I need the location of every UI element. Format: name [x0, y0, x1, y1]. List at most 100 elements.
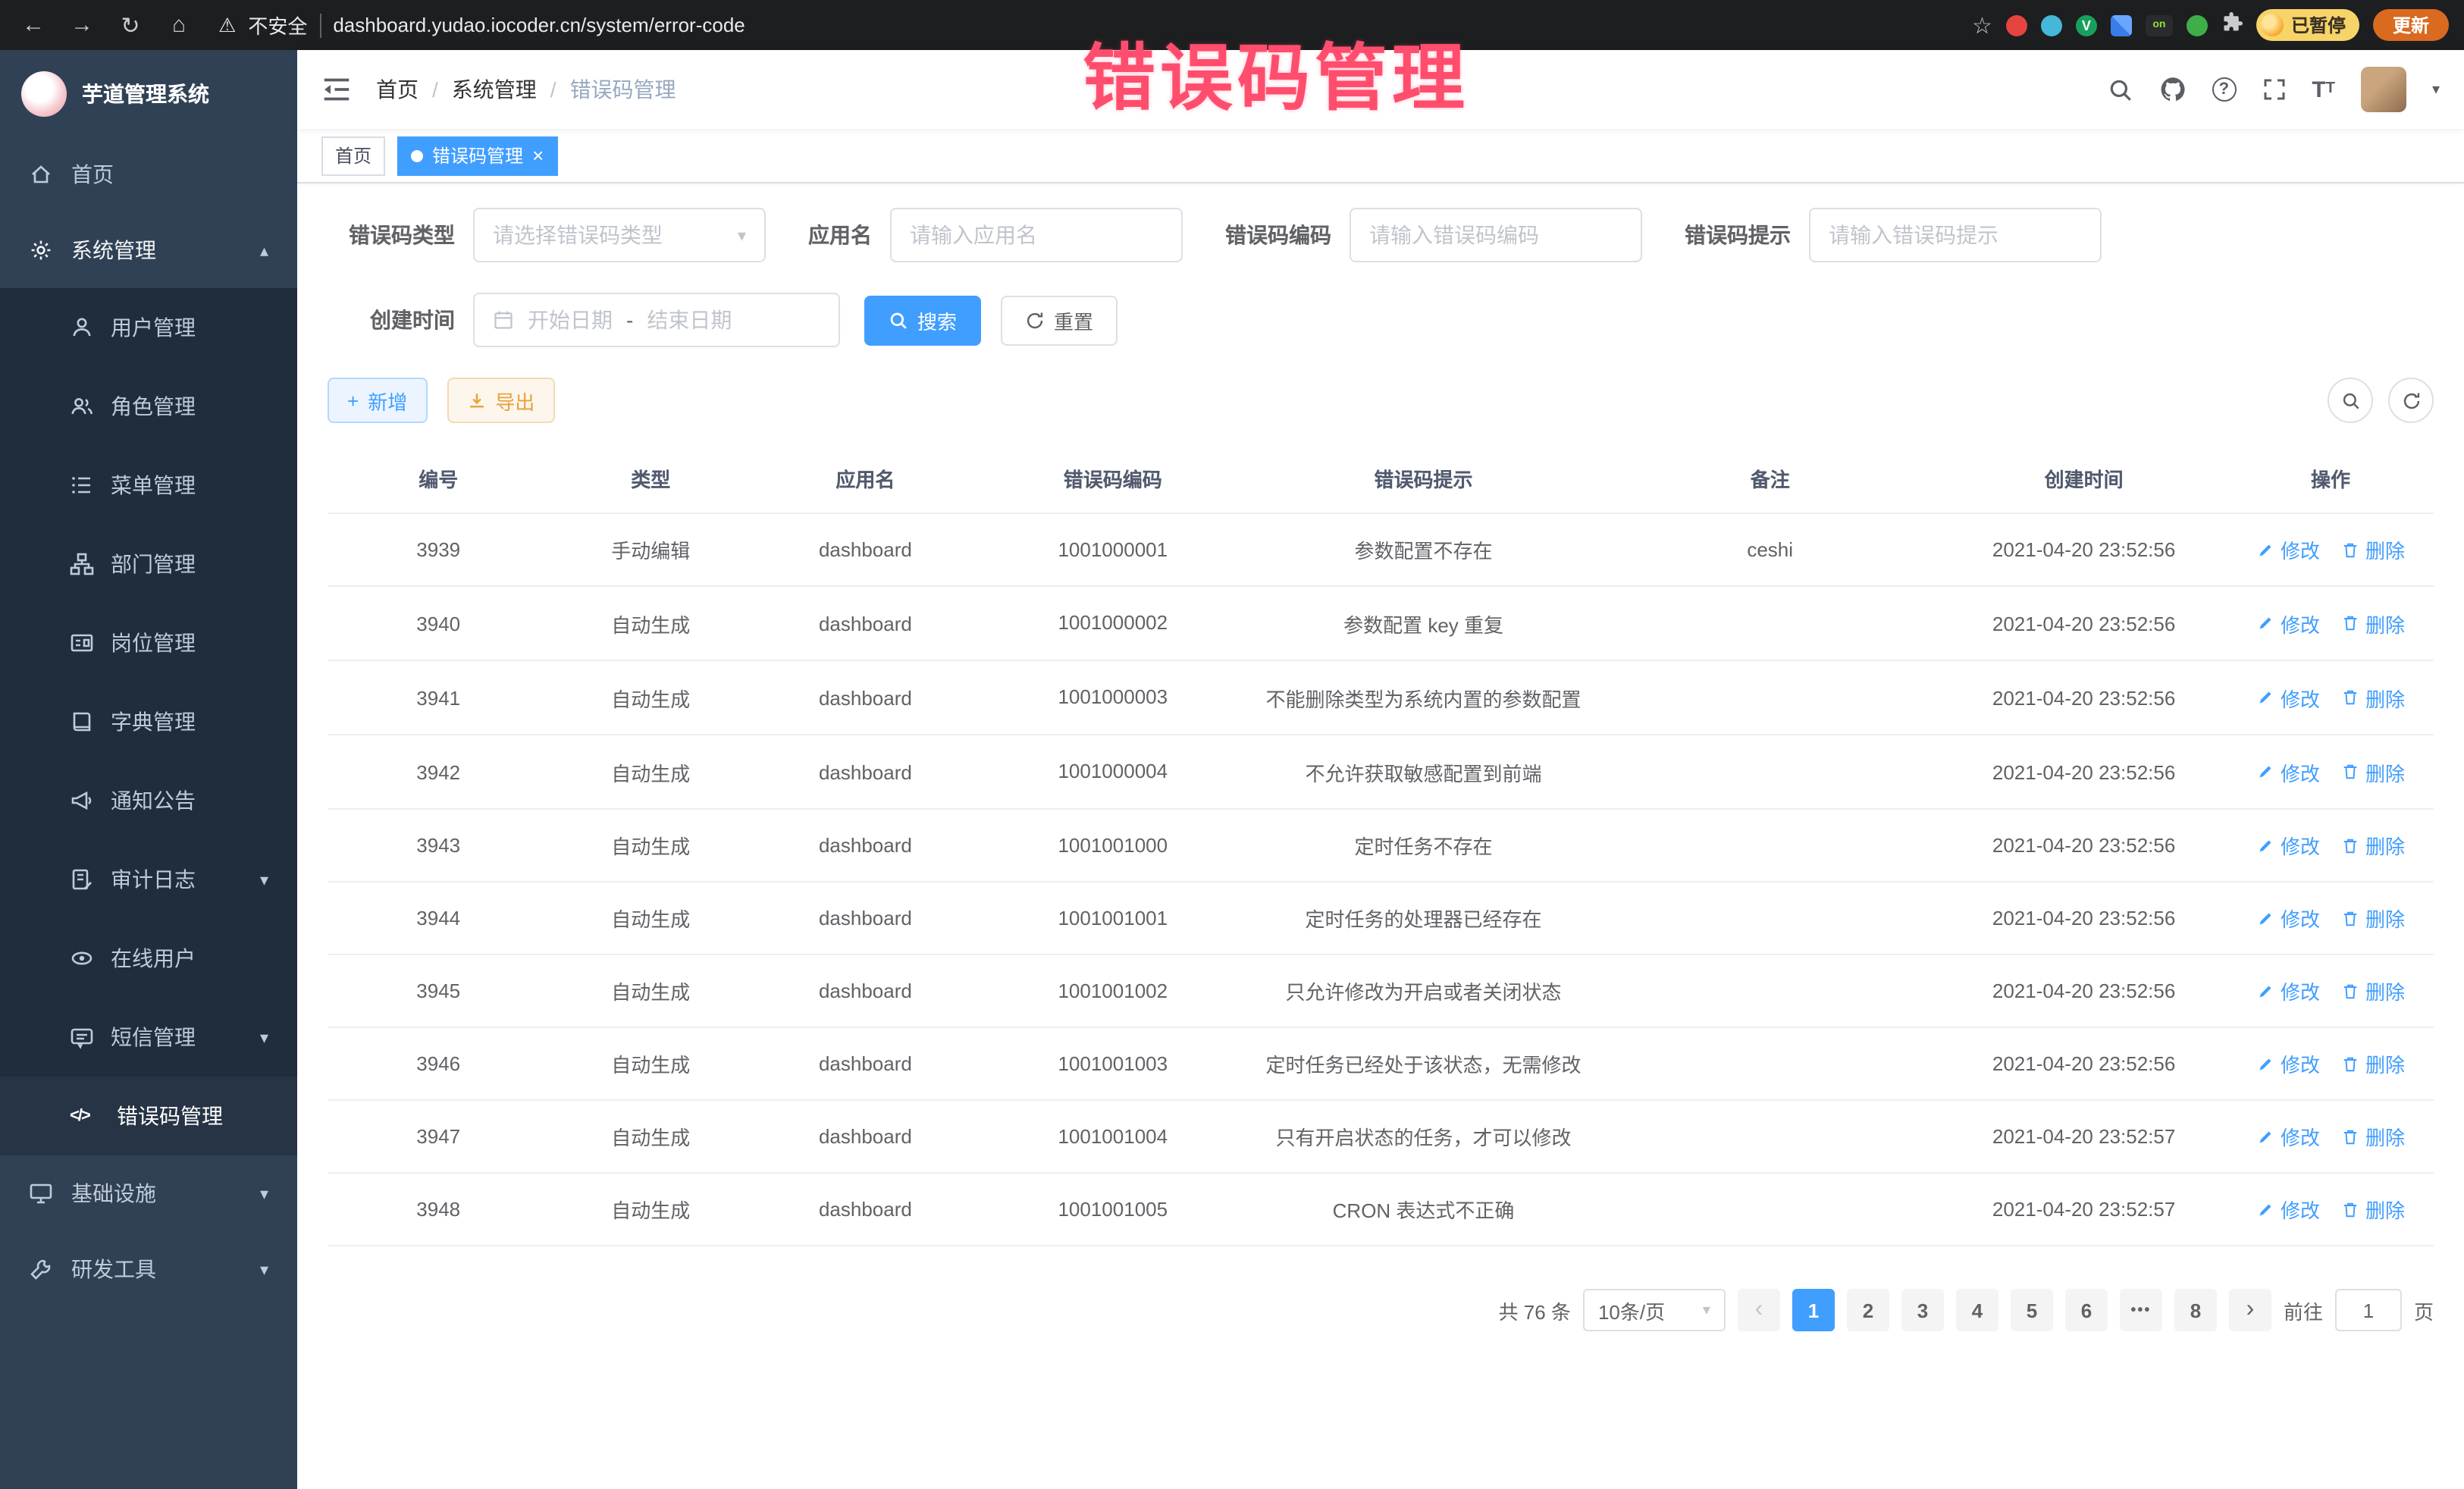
- extension-icon-red[interactable]: [2006, 14, 2027, 36]
- edit-link[interactable]: 修改: [2256, 977, 2320, 1006]
- help-icon[interactable]: ?: [2212, 77, 2236, 102]
- sidebar-group-system[interactable]: 系统管理 ▴: [0, 212, 297, 288]
- header-type: 类型: [549, 444, 752, 513]
- next-page-button[interactable]: ›: [2229, 1290, 2271, 1332]
- table-row: 3941 自动生成 dashboard 1001000003 不能删除类型为系统…: [328, 660, 2434, 735]
- plus-icon: +: [347, 389, 359, 412]
- prev-page-button[interactable]: ‹: [1738, 1290, 1780, 1332]
- github-icon[interactable]: [2158, 76, 2186, 103]
- sidebar-item-menus[interactable]: 菜单管理: [0, 446, 297, 525]
- sidebar-item-departments[interactable]: 部门管理: [0, 525, 297, 603]
- delete-link[interactable]: 删除: [2341, 609, 2405, 638]
- page-button-4[interactable]: 4: [1956, 1290, 1998, 1332]
- search-button[interactable]: 搜索: [864, 295, 981, 345]
- browser-update-button[interactable]: 更新: [2373, 9, 2449, 41]
- extension-icon-blue-grid[interactable]: [2111, 14, 2132, 36]
- edit-link[interactable]: 修改: [2256, 609, 2320, 638]
- delete-link[interactable]: 删除: [2341, 832, 2405, 860]
- bookmark-star-icon[interactable]: ☆: [1972, 11, 1992, 39]
- edit-link[interactable]: 修改: [2256, 1123, 2320, 1152]
- cell-hint: 只有开启状态的任务，才可以修改: [1247, 1101, 1600, 1174]
- add-button[interactable]: + 新增: [328, 378, 427, 423]
- browser-forward-button[interactable]: →: [64, 7, 100, 43]
- page-size-select[interactable]: 10条/页 ▾: [1583, 1290, 1726, 1332]
- sidebar-item-label: 错误码管理: [117, 1101, 223, 1131]
- page-button-8[interactable]: 8: [2174, 1290, 2217, 1332]
- delete-link[interactable]: 删除: [2341, 1050, 2405, 1079]
- avatar-caret-icon[interactable]: ▾: [2432, 81, 2440, 98]
- sidebar-item-users[interactable]: 用户管理: [0, 288, 297, 367]
- extensions-puzzle-icon[interactable]: [2221, 12, 2243, 38]
- search-icon[interactable]: [2107, 77, 2133, 102]
- fullscreen-icon[interactable]: [2262, 77, 2286, 102]
- sidebar-fold-button[interactable]: [321, 74, 352, 105]
- sidebar-logo[interactable]: 芋道管理系统: [0, 50, 297, 136]
- tab-error-codes-active[interactable]: 错误码管理 ×: [397, 136, 557, 175]
- sidebar-item-roles[interactable]: 角色管理: [0, 367, 297, 446]
- url-text[interactable]: dashboard.yudao.iocoder.cn/system/error-…: [333, 14, 745, 36]
- more-pages-button[interactable]: •••: [2120, 1290, 2162, 1332]
- address-bar[interactable]: ⚠ 不安全 dashboard.yudao.iocoder.cn/system/…: [209, 11, 1960, 39]
- page-button-1[interactable]: 1: [1792, 1290, 1835, 1332]
- cell-id: 3948: [328, 1174, 549, 1246]
- delete-link[interactable]: 删除: [2341, 535, 2405, 564]
- profile-paused-chip[interactable]: 已暂停: [2256, 9, 2359, 41]
- date-separator: -: [626, 308, 633, 332]
- delete-link[interactable]: 删除: [2341, 977, 2405, 1006]
- sidebar-item-sms[interactable]: 短信管理 ▾: [0, 998, 297, 1077]
- cell-remark: [1600, 586, 1940, 660]
- sidebar-item-dictionary[interactable]: 字典管理: [0, 682, 297, 761]
- page-button-2[interactable]: 2: [1847, 1290, 1889, 1332]
- breadcrumb: 首页 / 系统管理 / 错误码管理: [376, 74, 676, 105]
- edit-link[interactable]: 修改: [2256, 683, 2320, 712]
- tab-home[interactable]: 首页: [321, 136, 385, 175]
- edit-link[interactable]: 修改: [2256, 904, 2320, 933]
- edit-link[interactable]: 修改: [2256, 1050, 2320, 1079]
- sidebar-group-infrastructure[interactable]: 基础设施 ▾: [0, 1155, 297, 1231]
- sidebar-item-notices[interactable]: 通知公告: [0, 761, 297, 840]
- breadcrumb-home[interactable]: 首页: [376, 74, 419, 105]
- delete-link[interactable]: 删除: [2341, 904, 2405, 933]
- page-button-6[interactable]: 6: [2065, 1290, 2108, 1332]
- reset-button[interactable]: 重置: [1001, 295, 1118, 345]
- error-hint-input[interactable]: [1809, 208, 2102, 262]
- chevron-down-icon: ▾: [260, 1259, 268, 1279]
- date-range-picker[interactable]: 开始日期 - 结束日期: [473, 293, 840, 347]
- export-button[interactable]: 导出: [447, 378, 554, 423]
- cell-code: 1001001002: [979, 955, 1247, 1028]
- delete-link[interactable]: 删除: [2341, 1123, 2405, 1152]
- browser-back-button[interactable]: ←: [15, 7, 52, 43]
- sidebar-item-posts[interactable]: 岗位管理: [0, 603, 297, 682]
- sidebar-group-dev-tools[interactable]: 研发工具 ▾: [0, 1231, 297, 1307]
- delete-link[interactable]: 删除: [2341, 758, 2405, 787]
- user-avatar[interactable]: [2361, 67, 2406, 112]
- error-code-input[interactable]: [1350, 208, 1642, 262]
- sidebar-item-audit-logs[interactable]: 审计日志 ▾: [0, 840, 297, 919]
- goto-page-input[interactable]: [2335, 1290, 2402, 1332]
- sidebar-item-error-codes[interactable]: </> 错误码管理: [0, 1077, 297, 1155]
- chevron-down-icon: ▾: [260, 1027, 268, 1047]
- browser-home-button[interactable]: ⌂: [161, 7, 197, 43]
- app-name-input[interactable]: [890, 208, 1183, 262]
- sidebar-item-home[interactable]: 首页: [0, 136, 297, 212]
- extension-icon-on-badge[interactable]: on: [2146, 14, 2173, 36]
- sidebar-item-online-users[interactable]: 在线用户: [0, 919, 297, 998]
- breadcrumb-system[interactable]: 系统管理: [452, 74, 537, 105]
- close-icon[interactable]: ×: [532, 146, 544, 165]
- delete-link[interactable]: 删除: [2341, 1196, 2405, 1224]
- extension-icon-teal-drop[interactable]: [2041, 14, 2062, 36]
- refresh-table-button[interactable]: [2388, 378, 2434, 423]
- edit-link[interactable]: 修改: [2256, 832, 2320, 860]
- page-button-5[interactable]: 5: [2011, 1290, 2053, 1332]
- font-size-icon[interactable]: TT: [2312, 78, 2335, 101]
- toggle-search-button[interactable]: [2328, 378, 2373, 423]
- error-type-select[interactable]: 请选择错误码类型 ▾: [473, 208, 766, 262]
- browser-reload-button[interactable]: ↻: [112, 7, 149, 43]
- extension-icon-green-leaf[interactable]: [2187, 14, 2208, 36]
- extension-icon-green-v[interactable]: V: [2076, 14, 2097, 36]
- delete-link[interactable]: 删除: [2341, 683, 2405, 712]
- edit-link[interactable]: 修改: [2256, 758, 2320, 787]
- edit-link[interactable]: 修改: [2256, 535, 2320, 564]
- page-button-3[interactable]: 3: [1901, 1290, 1944, 1332]
- edit-link[interactable]: 修改: [2256, 1196, 2320, 1224]
